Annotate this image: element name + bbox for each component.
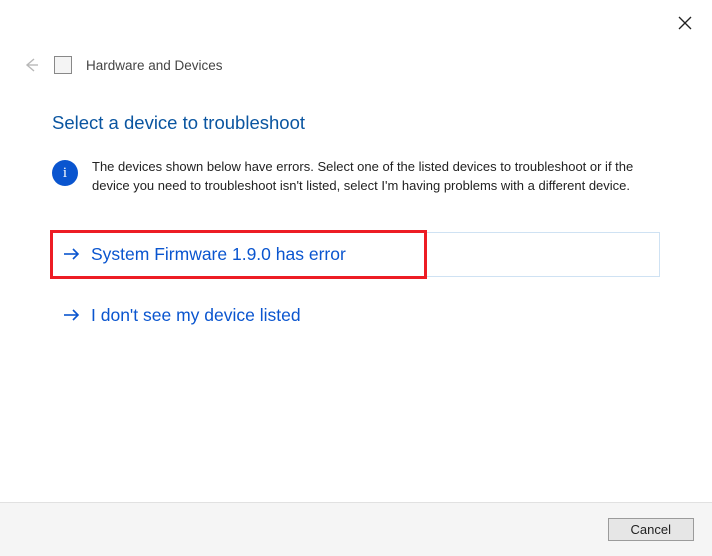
close-icon [678, 16, 692, 30]
arrow-right-icon [63, 245, 81, 263]
header-row: Hardware and Devices [0, 0, 712, 74]
info-row: i The devices shown below have errors. S… [52, 158, 660, 196]
device-icon [54, 56, 72, 74]
back-arrow-icon [22, 56, 40, 74]
cancel-button[interactable]: Cancel [608, 518, 694, 541]
info-icon: i [52, 160, 78, 186]
option-device-not-listed[interactable]: I don't see my device listed [52, 293, 660, 338]
option-label: System Firmware 1.9.0 has error [91, 244, 346, 265]
option-label: I don't see my device listed [91, 305, 301, 326]
page-heading: Select a device to troubleshoot [52, 112, 660, 134]
arrow-right-icon [63, 306, 81, 324]
footer: Cancel [0, 502, 712, 556]
close-button[interactable] [678, 16, 692, 30]
content-area: Select a device to troubleshoot i The de… [0, 74, 712, 338]
header-title: Hardware and Devices [86, 58, 223, 73]
info-text: The devices shown below have errors. Sel… [92, 158, 660, 196]
option-system-firmware[interactable]: System Firmware 1.9.0 has error [52, 232, 660, 277]
